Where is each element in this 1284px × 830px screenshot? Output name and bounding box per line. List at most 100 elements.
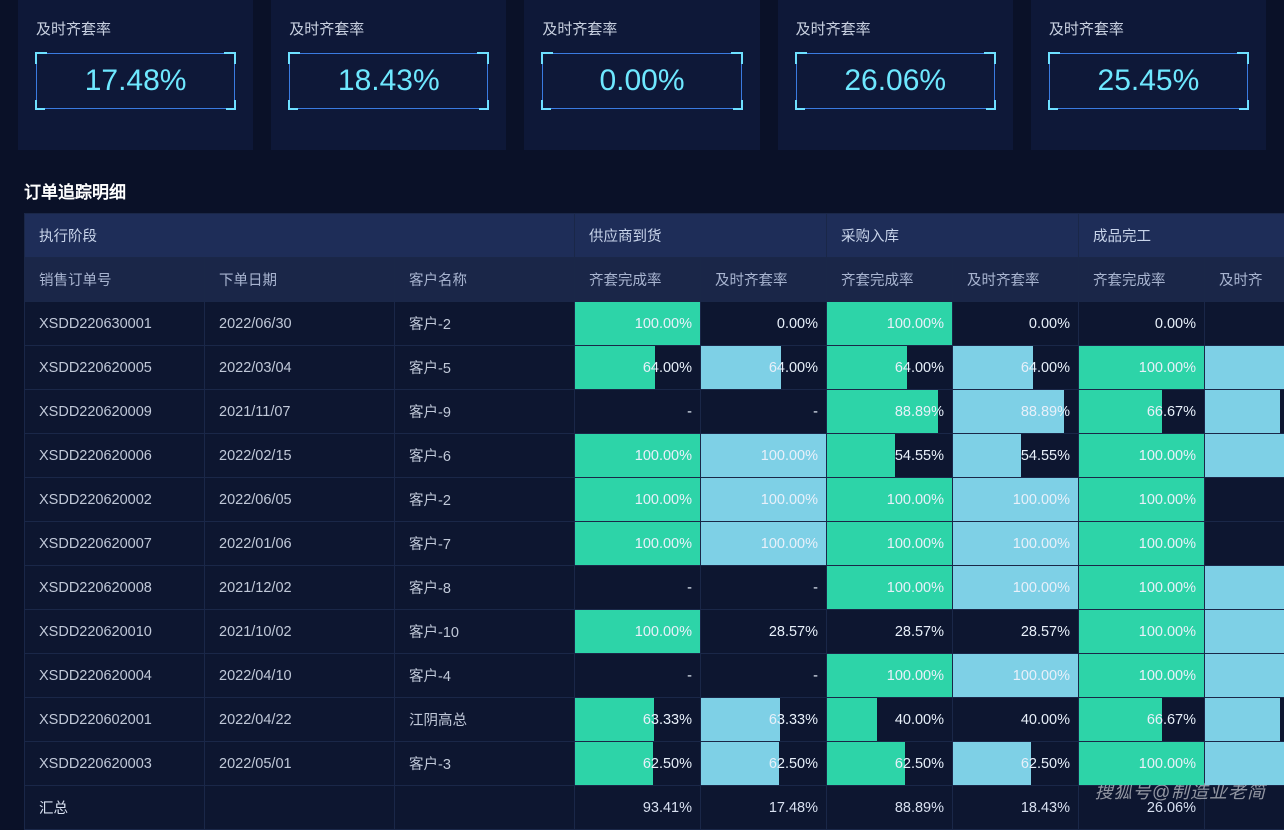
cell-finished-complete[interactable]: 100.00% [1079, 610, 1205, 654]
col-purchase-ontime[interactable]: 及时齐套率 [953, 258, 1079, 302]
cell-purchase-ontime[interactable]: 100.00% [953, 522, 1079, 566]
cell-customer[interactable]: 客户-2 [395, 478, 575, 522]
cell-finished-complete[interactable]: 100.00% [1079, 346, 1205, 390]
cell-supplier-complete[interactable]: - [575, 654, 701, 698]
table-row[interactable]: XSDD2206200092021/11/07客户-9--88.89%88.89… [25, 390, 1284, 434]
cell-finished-complete[interactable]: 100.00% [1079, 434, 1205, 478]
cell-purchase-complete[interactable]: 54.55% [827, 434, 953, 478]
table-row[interactable]: XSDD2206200032022/05/01客户-362.50%62.50%6… [25, 742, 1284, 786]
cell-supplier-complete[interactable]: 63.33% [575, 698, 701, 742]
cell-purchase-ontime[interactable]: 88.89% [953, 390, 1079, 434]
cell-purchase-complete[interactable]: 100.00% [827, 566, 953, 610]
summary-row[interactable]: 汇总93.41%17.48%88.89%18.43%26.06%2 [25, 786, 1284, 830]
col-customer[interactable]: 客户名称 [395, 258, 575, 302]
cell-purchase-ontime[interactable]: 100.00% [953, 566, 1079, 610]
cell-supplier-complete[interactable]: 100.00% [575, 302, 701, 346]
cell-supplier-ontime[interactable]: - [701, 390, 827, 434]
cell-finished-complete[interactable]: 66.67% [1079, 698, 1205, 742]
cell-order-date[interactable]: 2022/04/22 [205, 698, 395, 742]
table-row[interactable]: XSDD2206200102021/10/02客户-10100.00%28.57… [25, 610, 1284, 654]
cell-order-no[interactable]: XSDD220620002 [25, 478, 205, 522]
cell-purchase-ontime[interactable]: 100.00% [953, 478, 1079, 522]
cell-finished-complete[interactable]: 100.00% [1079, 742, 1205, 786]
cell-supplier-complete[interactable]: - [575, 566, 701, 610]
cell-supplier-complete[interactable]: 64.00% [575, 346, 701, 390]
cell-supplier-complete[interactable]: 62.50% [575, 742, 701, 786]
cell-finished-complete[interactable]: 100.00% [1079, 478, 1205, 522]
cell-finished-ontime[interactable]: 10 [1205, 654, 1284, 698]
cell-supplier-ontime[interactable]: 28.57% [701, 610, 827, 654]
cell-order-date[interactable]: 2022/06/05 [205, 478, 395, 522]
cell-customer[interactable]: 江阴高总 [395, 698, 575, 742]
cell-purchase-complete[interactable]: 100.00% [827, 302, 953, 346]
cell-supplier-complete[interactable]: 100.00% [575, 522, 701, 566]
cell-finished-complete[interactable]: 66.67% [1079, 390, 1205, 434]
cell-purchase-complete[interactable]: 40.00% [827, 698, 953, 742]
cell-finished-complete[interactable]: 100.00% [1079, 654, 1205, 698]
cell-customer[interactable]: 客户-5 [395, 346, 575, 390]
group-header-finished[interactable]: 成品完工 [1079, 214, 1284, 258]
cell-order-no[interactable]: XSDD220602001 [25, 698, 205, 742]
cell-purchase-complete[interactable]: 88.89% [827, 390, 953, 434]
cell-order-no[interactable]: XSDD220620007 [25, 522, 205, 566]
cell-customer[interactable]: 客户-10 [395, 610, 575, 654]
cell-order-no[interactable]: XSDD220620010 [25, 610, 205, 654]
cell-purchase-complete[interactable]: 62.50% [827, 742, 953, 786]
cell-supplier-ontime[interactable]: - [701, 566, 827, 610]
cell-purchase-complete[interactable]: 100.00% [827, 522, 953, 566]
cell-order-no[interactable]: XSDD220620003 [25, 742, 205, 786]
cell-purchase-ontime[interactable]: 40.00% [953, 698, 1079, 742]
group-header-supplier[interactable]: 供应商到货 [575, 214, 827, 258]
cell-purchase-complete[interactable]: 100.00% [827, 478, 953, 522]
cell-order-no[interactable]: XSDD220620006 [25, 434, 205, 478]
cell-finished-ontime[interactable] [1205, 522, 1284, 566]
cell-customer[interactable]: 客户-7 [395, 522, 575, 566]
table-row[interactable]: XSDD2206020012022/04/22江阴高总63.33%63.33%4… [25, 698, 1284, 742]
cell-customer[interactable]: 客户-2 [395, 302, 575, 346]
cell-order-date[interactable]: 2022/02/15 [205, 434, 395, 478]
cell-purchase-ontime[interactable]: 54.55% [953, 434, 1079, 478]
cell-finished-ontime[interactable]: 6 [1205, 390, 1284, 434]
cell-supplier-ontime[interactable]: 100.00% [701, 522, 827, 566]
cell-supplier-ontime[interactable]: 63.33% [701, 698, 827, 742]
col-finished-complete[interactable]: 齐套完成率 [1079, 258, 1205, 302]
cell-order-date[interactable]: 2022/04/10 [205, 654, 395, 698]
cell-finished-complete[interactable]: 100.00% [1079, 522, 1205, 566]
cell-order-no[interactable]: XSDD220620008 [25, 566, 205, 610]
cell-order-no[interactable]: XSDD220620004 [25, 654, 205, 698]
group-header-stage[interactable]: 执行阶段 [25, 214, 575, 258]
col-supplier-ontime[interactable]: 及时齐套率 [701, 258, 827, 302]
cell-finished-ontime[interactable] [1205, 478, 1284, 522]
cell-purchase-ontime[interactable]: 62.50% [953, 742, 1079, 786]
cell-purchase-ontime[interactable]: 0.00% [953, 302, 1079, 346]
cell-supplier-complete[interactable]: - [575, 390, 701, 434]
cell-order-date[interactable]: 2021/10/02 [205, 610, 395, 654]
cell-customer[interactable]: 客户-6 [395, 434, 575, 478]
cell-order-date[interactable]: 2021/12/02 [205, 566, 395, 610]
cell-finished-ontime[interactable]: 10 [1205, 742, 1284, 786]
cell-purchase-complete[interactable]: 28.57% [827, 610, 953, 654]
cell-supplier-ontime[interactable]: 62.50% [701, 742, 827, 786]
cell-purchase-ontime[interactable]: 100.00% [953, 654, 1079, 698]
cell-order-date[interactable]: 2022/06/30 [205, 302, 395, 346]
cell-order-no[interactable]: XSDD220620009 [25, 390, 205, 434]
table-row[interactable]: XSDD2206200082021/12/02客户-8--100.00%100.… [25, 566, 1284, 610]
col-purchase-complete[interactable]: 齐套完成率 [827, 258, 953, 302]
cell-finished-ontime[interactable]: 10 [1205, 346, 1284, 390]
table-row[interactable]: XSDD2206300012022/06/30客户-2100.00%0.00%1… [25, 302, 1284, 346]
cell-supplier-ontime[interactable]: 64.00% [701, 346, 827, 390]
cell-supplier-complete[interactable]: 100.00% [575, 478, 701, 522]
cell-customer[interactable]: 客户-8 [395, 566, 575, 610]
table-row[interactable]: XSDD2206200052022/03/04客户-564.00%64.00%6… [25, 346, 1284, 390]
cell-finished-ontime[interactable]: 10 [1205, 434, 1284, 478]
cell-order-no[interactable]: XSDD220620005 [25, 346, 205, 390]
group-header-purchase[interactable]: 采购入库 [827, 214, 1079, 258]
cell-purchase-complete[interactable]: 64.00% [827, 346, 953, 390]
cell-order-date[interactable]: 2021/11/07 [205, 390, 395, 434]
cell-order-no[interactable]: XSDD220630001 [25, 302, 205, 346]
cell-finished-ontime[interactable]: 10 [1205, 566, 1284, 610]
table-row[interactable]: XSDD2206200022022/06/05客户-2100.00%100.00… [25, 478, 1284, 522]
cell-supplier-complete[interactable]: 100.00% [575, 610, 701, 654]
cell-order-date[interactable]: 2022/05/01 [205, 742, 395, 786]
table-row[interactable]: XSDD2206200072022/01/06客户-7100.00%100.00… [25, 522, 1284, 566]
